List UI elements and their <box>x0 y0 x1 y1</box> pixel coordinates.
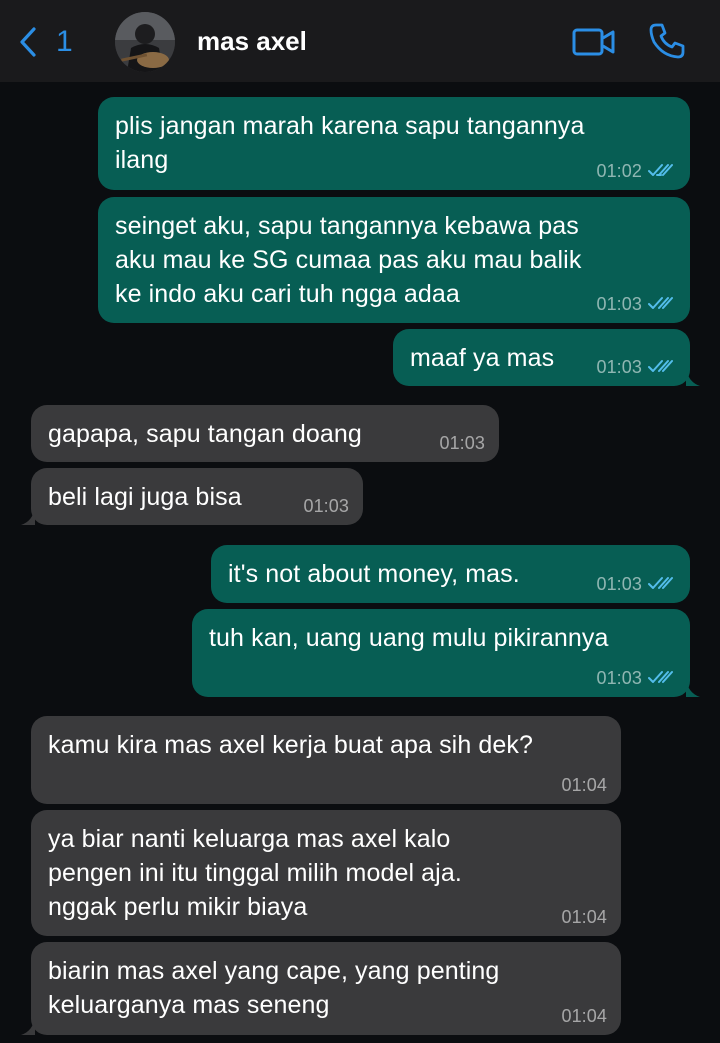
message-meta: 01:04 <box>561 774 607 796</box>
message-meta: 01:03 <box>439 432 485 454</box>
voice-call-button[interactable] <box>648 22 686 60</box>
message-text-line: ke indo aku cari tuh ngga adaa <box>115 280 460 308</box>
message-text-line: aku mau ke SG cumaa pas aku mau balik <box>115 246 582 274</box>
message-bubble-incoming[interactable]: gapapa, sapu tangan doang 01:03 <box>31 405 499 462</box>
bubble-tail <box>686 368 700 386</box>
message-text-line: seinget aku, sapu tangannya kebawa pas <box>115 212 579 240</box>
message-meta: 01:03 <box>303 495 349 517</box>
message-bubble-incoming[interactable]: kamu kira mas axel kerja buat apa sih de… <box>31 716 621 804</box>
message-text-line: tuh kan, uang uang mulu pikirannya <box>209 624 609 652</box>
message-time: 01:04 <box>561 775 607 795</box>
read-ticks-icon <box>648 359 674 375</box>
message-time: 01:03 <box>596 294 642 314</box>
chat-header: 1 mas axel <box>0 0 720 82</box>
message-time: 01:04 <box>561 907 607 927</box>
phone-icon <box>648 22 686 60</box>
message-bubble-incoming[interactable]: ya biar nanti keluarga mas axel kalo pen… <box>31 810 621 936</box>
message-text-line: gapapa, sapu tangan doang <box>48 420 362 448</box>
message-text-line: biarin mas axel yang cape, yang penting <box>48 957 500 985</box>
bubble-tail <box>686 679 700 697</box>
message-text-line: pengen ini itu tinggal milih model aja. <box>48 859 462 887</box>
message-meta: 01:02 <box>596 160 674 182</box>
read-ticks-icon <box>648 296 674 312</box>
message-text-line: ilang <box>115 146 169 174</box>
unread-count: 1 <box>56 25 73 58</box>
message-meta: 01:03 <box>596 667 674 689</box>
message-meta: 01:04 <box>561 906 607 928</box>
message-time: 01:03 <box>439 433 485 453</box>
message-text-line: beli lagi juga bisa <box>48 483 242 511</box>
message-meta: 01:03 <box>596 356 674 378</box>
message-bubble-outgoing[interactable]: maaf ya mas 01:03 <box>393 329 700 386</box>
message-text-line: kamu kira mas axel kerja buat apa sih de… <box>48 731 533 759</box>
message-time: 01:03 <box>596 357 642 377</box>
message-bubble-outgoing[interactable]: plis jangan marah karena sapu tangannya … <box>98 97 690 190</box>
read-ticks-icon <box>648 163 674 179</box>
contact-name[interactable]: mas axel <box>197 26 307 56</box>
message-text-line: plis jangan marah karena sapu tangannya <box>115 112 585 140</box>
read-ticks-icon <box>648 576 674 592</box>
message-bubble-outgoing[interactable]: it's not about money, mas. 01:03 <box>211 545 690 603</box>
video-call-icon <box>572 26 616 58</box>
bubble-tail <box>21 507 35 525</box>
message-meta: 01:03 <box>596 293 674 315</box>
message-bubble-incoming[interactable]: biarin mas axel yang cape, yang penting … <box>21 942 621 1035</box>
bubble-tail <box>21 1017 35 1035</box>
message-time: 01:03 <box>303 496 349 516</box>
message-text-line: nggak perlu mikir biaya <box>48 893 308 921</box>
chevron-left-icon <box>18 26 38 58</box>
message-bubble-outgoing[interactable]: tuh kan, uang uang mulu pikirannya 01:03 <box>192 609 700 697</box>
message-time: 01:03 <box>596 574 642 594</box>
message-meta: 01:03 <box>596 573 674 595</box>
message-text-line: ya biar nanti keluarga mas axel kalo <box>48 825 451 853</box>
message-time: 01:04 <box>561 1006 607 1026</box>
message-text-line: keluarganya mas seneng <box>48 991 330 1019</box>
back-button[interactable]: 1 <box>18 20 73 64</box>
contact-avatar[interactable] <box>115 12 175 72</box>
message-time: 01:03 <box>596 668 642 688</box>
message-bubble-incoming[interactable]: beli lagi juga bisa 01:03 <box>21 468 363 525</box>
message-time: 01:02 <box>596 161 642 181</box>
message-meta: 01:04 <box>561 1005 607 1027</box>
read-ticks-icon <box>648 670 674 686</box>
message-bubble-outgoing[interactable]: seinget aku, sapu tangannya kebawa pas a… <box>98 197 690 323</box>
video-call-button[interactable] <box>572 26 616 58</box>
